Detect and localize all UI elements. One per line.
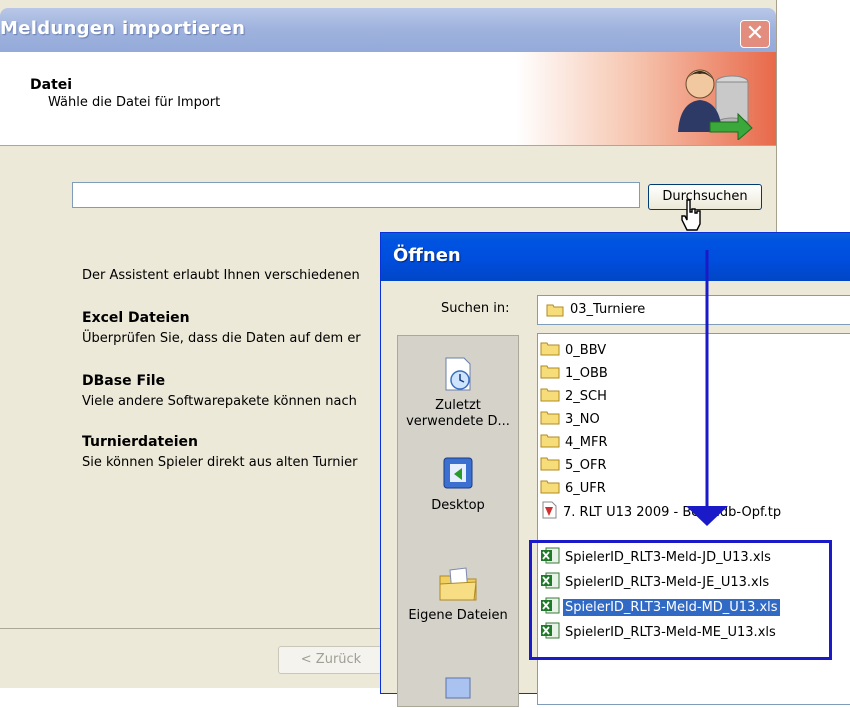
folder-icon (540, 386, 560, 406)
folder-icon (540, 340, 560, 360)
place-my-computer[interactable] (398, 674, 518, 708)
folder-icon (540, 363, 560, 383)
place-desktop[interactable]: Desktop (398, 454, 518, 513)
file-list-item[interactable]: 6_UFR (540, 478, 608, 500)
file-list-item[interactable]: 4_MFR (540, 432, 610, 454)
section-title-excel: Excel Dateien (82, 310, 190, 326)
section-title-tournament: Turnierdateien (82, 434, 198, 450)
file-list-item[interactable]: 7. RLT U13 2009 - Bez Ndb-Opf.tp (540, 501, 783, 523)
places-bar: Zuletzt verwendete D... Desktop Eigene D… (397, 335, 519, 707)
user-database-icon (678, 69, 753, 140)
section-text-excel: Überprüfen Sie, dass die Daten auf dem e… (82, 331, 361, 346)
file-name: 1_OBB (565, 365, 608, 381)
file-list-item[interactable]: 2_SCH (540, 386, 609, 408)
file-path-input[interactable] (72, 182, 640, 208)
tournament-file-icon (540, 501, 558, 523)
section-text-tournament: Sie können Spieler direkt aus alten Turn… (82, 455, 358, 470)
place-my-documents[interactable]: Eigene Dateien (398, 564, 518, 623)
place-recent[interactable]: Zuletzt verwendete D... (398, 354, 518, 430)
file-list-item[interactable]: 5_OFR (540, 455, 609, 477)
wizard-title-bar[interactable]: Meldungen importieren ✕ (0, 8, 776, 52)
file-list-item[interactable]: 1_OBB (540, 363, 610, 385)
hand-cursor-icon (681, 199, 701, 231)
file-name: 3_NO (565, 411, 600, 427)
file-name: 6_UFR (565, 480, 606, 496)
folder-icon (546, 304, 564, 317)
back-button[interactable]: < Zurück (278, 646, 384, 674)
file-name: 0_BBV (565, 342, 607, 358)
folder-icon (540, 432, 560, 452)
place-label-desktop: Desktop (431, 498, 485, 513)
annotation-highlight-box (529, 540, 832, 660)
browse-button[interactable]: Durchsuchen (648, 184, 762, 210)
place-label-my-documents: Eigene Dateien (408, 608, 508, 623)
file-list-item[interactable]: 3_NO (540, 409, 602, 431)
header-subtitle: Wähle die Datei für Import (48, 95, 221, 110)
look-in-label: Suchen in: (441, 301, 510, 316)
file-name: 5_OFR (565, 457, 607, 473)
section-text-dbase: Viele andere Softwarepakete können nach (82, 394, 357, 409)
folder-icon (540, 409, 560, 429)
file-name: 7. RLT U13 2009 - Bez Ndb-Opf.tp (563, 504, 782, 520)
file-list-item[interactable]: 0_BBV (540, 340, 608, 362)
my-documents-folder-icon (439, 567, 477, 601)
file-name: 4_MFR (565, 434, 608, 450)
wizard-header: Datei Wähle die Datei für Import (0, 52, 776, 146)
intro-text: Der Assistent erlaubt Ihnen verschiedene… (82, 268, 360, 283)
folder-icon (540, 455, 560, 475)
dialog-title-bar[interactable]: Öffnen (381, 233, 850, 281)
computer-icon (445, 677, 471, 699)
look-in-value: 03_Turniere (570, 302, 646, 317)
desktop-icon (443, 457, 473, 489)
recent-documents-icon (445, 357, 471, 391)
section-title-dbase: DBase File (82, 373, 166, 389)
folder-icon (540, 478, 560, 498)
header-title: Datei (30, 77, 73, 93)
dialog-title: Öffnen (393, 245, 461, 266)
file-name: 2_SCH (565, 388, 607, 404)
close-button[interactable]: ✕ (740, 20, 770, 48)
wizard-title: Meldungen importieren (0, 18, 246, 39)
place-label-recent: Zuletzt verwendete D... (406, 398, 510, 429)
look-in-dropdown[interactable]: 03_Turniere (537, 295, 850, 325)
